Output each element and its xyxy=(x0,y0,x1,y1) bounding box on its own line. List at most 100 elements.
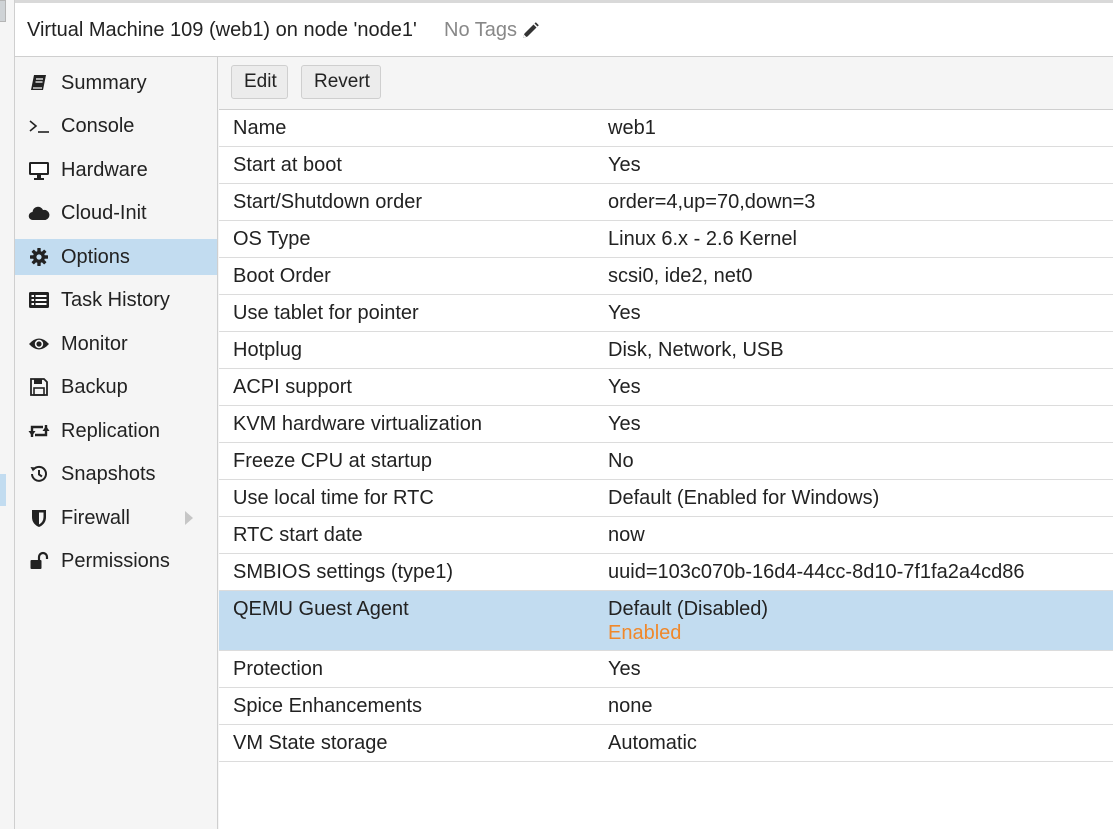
option-name: SMBIOS settings (type1) xyxy=(233,561,454,583)
nav-item-hardware[interactable]: Hardware xyxy=(15,152,217,188)
table-row-selected[interactable]: QEMU Guest Agent Default (Disabled) Enab… xyxy=(219,591,1113,651)
nav-item-label: Summary xyxy=(61,71,147,94)
option-name: QEMU Guest Agent xyxy=(233,598,409,620)
outer-scroll-tab[interactable] xyxy=(0,0,6,22)
table-row[interactable]: KVM hardware virtualization Yes xyxy=(219,406,1113,443)
option-value: uuid=103c070b-16d4-44cc-8d10-7f1fa2a4cd8… xyxy=(608,561,1025,583)
option-value: Yes xyxy=(608,413,641,435)
table-row[interactable]: Hotplug Disk, Network, USB xyxy=(219,332,1113,369)
options-panel: Edit Revert Name web1 Start at boot Yes … xyxy=(219,57,1113,829)
option-name: Name xyxy=(233,117,287,139)
option-value: Yes xyxy=(608,302,641,324)
options-grid: Name web1 Start at boot Yes Start/Shutdo… xyxy=(219,110,1113,762)
nav-item-monitor[interactable]: Monitor xyxy=(15,326,217,362)
tags-area[interactable]: No Tags xyxy=(444,19,540,42)
nav-item-label: Hardware xyxy=(61,158,148,181)
option-value: Yes xyxy=(608,658,641,680)
nav-item-console[interactable]: Console xyxy=(15,108,217,144)
nav-item-label: Task History xyxy=(61,288,170,311)
nav-item-label: Cloud-Init xyxy=(61,201,147,224)
nav-item-label: Permissions xyxy=(61,549,170,572)
option-name: Start at boot xyxy=(233,154,342,176)
revert-button[interactable]: Revert xyxy=(301,65,381,99)
outer-selected-indicator xyxy=(0,474,6,506)
option-name: Boot Order xyxy=(233,265,331,287)
option-name: OS Type xyxy=(233,228,311,250)
table-row[interactable]: Protection Yes xyxy=(219,651,1113,688)
option-name: Use local time for RTC xyxy=(233,487,434,509)
retweet-icon xyxy=(28,420,50,442)
history-icon xyxy=(28,463,50,485)
option-value: Automatic xyxy=(608,732,697,754)
table-row[interactable]: Boot Order scsi0, ide2, net0 xyxy=(219,258,1113,295)
option-value: order=4,up=70,down=3 xyxy=(608,191,816,213)
option-name: Protection xyxy=(233,658,324,680)
table-row[interactable]: Freeze CPU at startup No xyxy=(219,443,1113,480)
table-row[interactable]: ACPI support Yes xyxy=(219,369,1113,406)
nav-item-task-history[interactable]: Task History xyxy=(15,282,217,318)
page-header: Virtual Machine 109 (web1) on node 'node… xyxy=(15,0,1113,57)
option-value: No xyxy=(608,450,634,472)
nav-item-label: Monitor xyxy=(61,332,128,355)
nav-item-summary[interactable]: Summary xyxy=(15,65,217,101)
option-value: web1 xyxy=(608,117,656,139)
nav-item-options[interactable]: Options xyxy=(15,239,217,275)
option-value: Disk, Network, USB xyxy=(608,339,784,361)
book-icon xyxy=(28,72,50,94)
option-value: none xyxy=(608,695,653,717)
shield-icon xyxy=(28,507,50,529)
list-icon xyxy=(28,289,50,311)
nav-item-label: Console xyxy=(61,114,135,137)
cloud-icon xyxy=(28,202,50,224)
outer-sidebar-edge xyxy=(0,0,15,829)
table-row[interactable]: Start at boot Yes xyxy=(219,147,1113,184)
option-value: Default (Enabled for Windows) xyxy=(608,487,880,509)
terminal-icon xyxy=(28,115,50,137)
option-name: ACPI support xyxy=(233,376,352,398)
table-row[interactable]: Name web1 xyxy=(219,110,1113,147)
monitor-icon xyxy=(28,159,50,181)
edit-button[interactable]: Edit xyxy=(231,65,288,99)
eye-icon xyxy=(28,333,50,355)
table-row[interactable]: Start/Shutdown order order=4,up=70,down=… xyxy=(219,184,1113,221)
table-row[interactable]: Use tablet for pointer Yes xyxy=(219,295,1113,332)
option-name: VM State storage xyxy=(233,732,388,754)
nav-item-firewall[interactable]: Firewall xyxy=(15,500,217,536)
option-name: Freeze CPU at startup xyxy=(233,450,432,472)
nav-item-permissions[interactable]: Permissions xyxy=(15,543,217,579)
nav-item-label: Firewall xyxy=(61,506,130,529)
pencil-icon[interactable] xyxy=(520,21,540,41)
gear-icon xyxy=(28,246,50,268)
option-value: Yes xyxy=(608,376,641,398)
nav-item-replication[interactable]: Replication xyxy=(15,413,217,449)
table-row[interactable]: Spice Enhancements none xyxy=(219,688,1113,725)
nav-item-label: Options xyxy=(61,245,130,268)
option-name: RTC start date xyxy=(233,524,363,546)
option-name: Use tablet for pointer xyxy=(233,302,419,324)
table-row[interactable]: VM State storage Automatic xyxy=(219,725,1113,762)
option-name: Spice Enhancements xyxy=(233,695,423,717)
table-row[interactable]: Use local time for RTC Default (Enabled … xyxy=(219,480,1113,517)
page-title: Virtual Machine 109 (web1) on node 'node… xyxy=(27,19,417,41)
table-row[interactable]: SMBIOS settings (type1) uuid=103c070b-16… xyxy=(219,554,1113,591)
table-row[interactable]: RTC start date now xyxy=(219,517,1113,554)
nav-item-backup[interactable]: Backup xyxy=(15,369,217,405)
option-value: Default (Disabled) xyxy=(608,598,769,620)
nav-item-cloud-init[interactable]: Cloud-Init xyxy=(15,195,217,231)
nav-item-snapshots[interactable]: Snapshots xyxy=(15,456,217,492)
nav-item-label: Backup xyxy=(61,375,128,398)
option-name: Hotplug xyxy=(233,339,302,361)
option-name: KVM hardware virtualization xyxy=(233,413,482,435)
option-value: Yes xyxy=(608,154,641,176)
option-value: now xyxy=(608,524,645,546)
pending-value: Enabled xyxy=(608,622,682,644)
unlock-icon xyxy=(28,550,50,572)
floppy-icon xyxy=(28,376,50,398)
nav-item-label: Replication xyxy=(61,419,160,442)
vm-nav-sidebar: Summary Console Hardware Cloud-Init Opti… xyxy=(15,57,218,829)
tags-label: No Tags xyxy=(444,19,518,41)
table-row[interactable]: OS Type Linux 6.x - 2.6 Kernel xyxy=(219,221,1113,258)
expand-arrow-icon[interactable] xyxy=(185,511,193,525)
nav-item-label: Snapshots xyxy=(61,462,156,485)
option-value: Linux 6.x - 2.6 Kernel xyxy=(608,228,797,250)
